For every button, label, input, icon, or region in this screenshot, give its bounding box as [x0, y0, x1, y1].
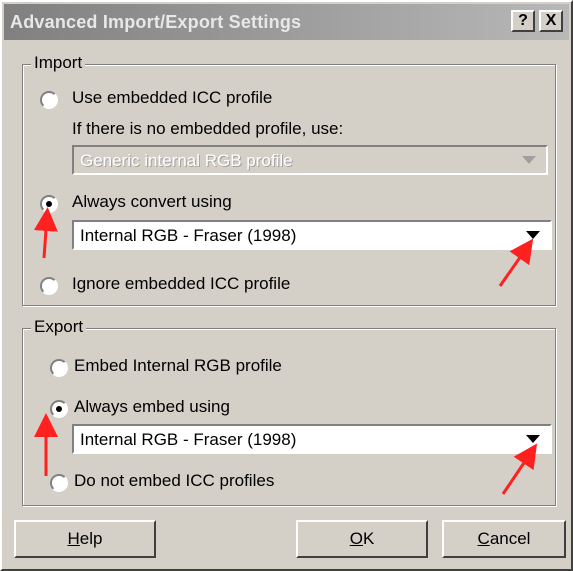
cancel-label-rest: ancel: [489, 529, 531, 548]
title-bar[interactable]: Advanced Import/Export Settings ? X: [4, 4, 569, 40]
chevron-down-icon: [522, 156, 536, 164]
cancel-mnemonic: C: [477, 529, 490, 548]
window-title: Advanced Import/Export Settings: [10, 12, 302, 32]
always-embed-label[interactable]: Always embed using: [74, 397, 230, 417]
import-legend: Import: [31, 53, 86, 73]
always-convert-radio[interactable]: [40, 195, 58, 213]
convert-profile-value: Internal RGB - Fraser (1998): [80, 226, 297, 245]
fallback-profile-select[interactable]: Generic internal RGB profile: [72, 145, 548, 175]
radio-selected-dot: [46, 201, 52, 207]
fallback-profile-value: Generic internal RGB profile: [80, 151, 293, 170]
help-label-rest: elp: [79, 529, 103, 548]
use-embedded-label[interactable]: Use embedded ICC profile: [72, 88, 272, 108]
cancel-button[interactable]: Cancel: [442, 520, 566, 558]
convert-profile-select[interactable]: Internal RGB - Fraser (1998): [72, 220, 552, 250]
ignore-embedded-radio[interactable]: [40, 277, 58, 295]
advanced-import-export-dialog: Advanced Import/Export Settings ? X Impo…: [0, 0, 573, 571]
no-embedded-hint: If there is no embedded profile, use:: [72, 119, 344, 138]
ok-label-rest: K: [362, 529, 375, 548]
embed-internal-radio[interactable]: [50, 359, 68, 377]
radio-selected-dot: [56, 406, 62, 412]
chevron-down-icon: [526, 231, 540, 239]
close-button[interactable]: X: [539, 10, 563, 32]
use-embedded-radio[interactable]: [40, 91, 58, 109]
always-embed-radio[interactable]: [50, 400, 68, 418]
no-embed-label[interactable]: Do not embed ICC profiles: [74, 471, 274, 491]
help-mnemonic: H: [67, 529, 80, 548]
context-help-button[interactable]: ?: [511, 10, 535, 32]
chevron-down-icon: [526, 435, 540, 443]
embed-internal-label[interactable]: Embed Internal RGB profile: [74, 356, 282, 376]
ignore-embedded-label[interactable]: Ignore embedded ICC profile: [72, 274, 290, 294]
export-legend: Export: [31, 317, 87, 337]
always-convert-label[interactable]: Always convert using: [72, 192, 232, 212]
ok-mnemonic: O: [349, 529, 363, 548]
help-button[interactable]: Help: [14, 520, 156, 558]
ok-button[interactable]: OK: [296, 520, 428, 558]
no-embed-radio[interactable]: [50, 474, 68, 492]
embed-profile-value: Internal RGB - Fraser (1998): [80, 430, 297, 449]
embed-profile-select[interactable]: Internal RGB - Fraser (1998): [72, 424, 552, 454]
